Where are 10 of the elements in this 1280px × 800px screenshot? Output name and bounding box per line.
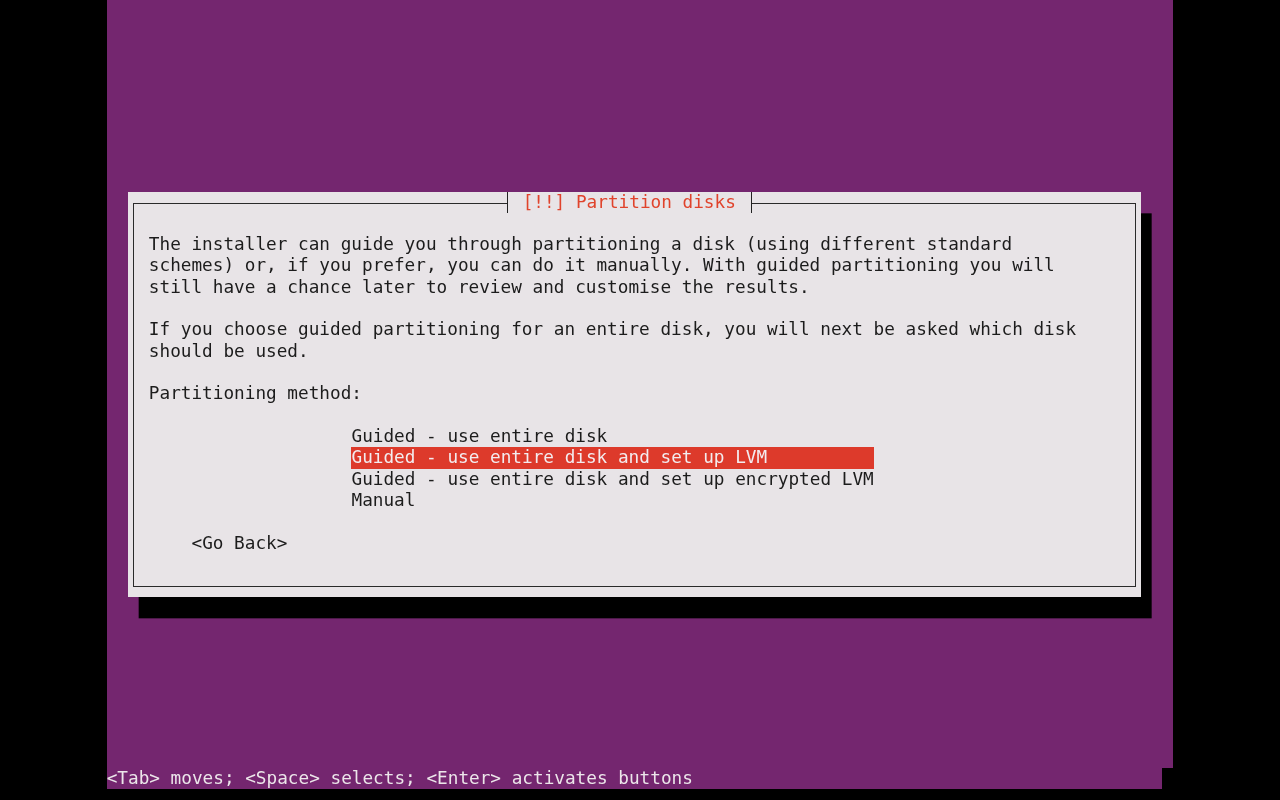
prompt-label: Partitioning method:: [148, 383, 363, 405]
menu-option[interactable]: Manual: [351, 490, 874, 512]
menu-option[interactable]: Guided - use entire disk: [351, 426, 874, 448]
go-back-button[interactable]: <Go Back>: [191, 532, 288, 555]
menu-option[interactable]: Guided - use entire disk and set up LVM: [351, 447, 874, 469]
instruction-text: The installer can guide you through partitioning a disk (using different standard schemes) or, if you prefer, you can do it manually. With guided partitioning you will still have a chance later to review and customise the results.: [148, 234, 1056, 299]
menu-option[interactable]: Guided - use entire disk and set up encrypted LVM: [351, 468, 874, 491]
dialog-title: [!!] Partition disks: [506, 192, 752, 214]
instruction-text: If you choose guided partitioning for an entire disk, you will next be asked which disk should be used.: [148, 319, 1078, 363]
status-bar: <Tab> moves; <Space> selects; <Enter> activates buttons: [106, 768, 1162, 790]
